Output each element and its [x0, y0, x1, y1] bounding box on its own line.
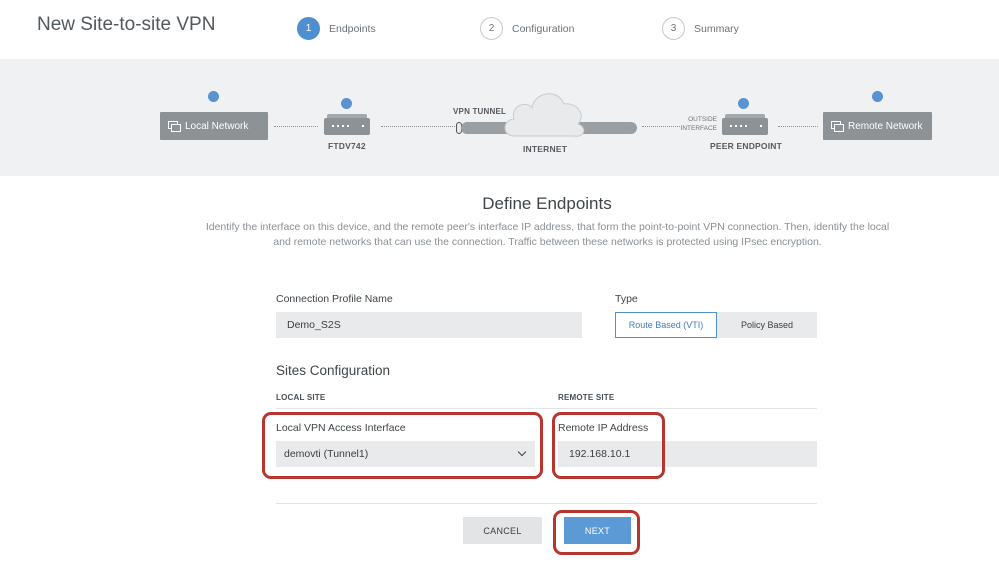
profile-name-input[interactable] — [276, 312, 582, 338]
local-interface-label: Local VPN Access Interface — [276, 422, 406, 434]
outside-interface-label: OUTSIDE INTERFACE — [676, 115, 717, 133]
remote-network-label: Remote Network — [848, 120, 923, 132]
step-summary[interactable]: 3 Summary — [662, 17, 739, 40]
local-network-status-dot[interactable] — [208, 91, 219, 102]
peer-endpoint-label: PEER ENDPOINT — [710, 141, 783, 151]
local-interface-select[interactable]: demovti (Tunnel1) — [276, 441, 535, 467]
remote-network-node[interactable]: Remote Network — [823, 112, 932, 140]
section-description: Identify the interface on this device, a… — [205, 221, 890, 248]
divider — [276, 503, 817, 504]
internet-label: INTERNET — [523, 144, 568, 154]
local-site-header: LOCAL SITE — [276, 393, 326, 402]
firewall-device-icon — [324, 114, 370, 135]
network-icon — [831, 121, 844, 132]
divider — [276, 408, 817, 409]
type-policy-based-button[interactable]: Policy Based — [717, 312, 817, 338]
cancel-button[interactable]: CANCEL — [463, 517, 542, 544]
outside-label-line-1: OUTSIDE — [688, 116, 717, 123]
local-network-label: Local Network — [185, 120, 249, 132]
link-line — [778, 126, 818, 127]
type-label: Type — [615, 293, 638, 305]
remote-ip-input[interactable] — [558, 441, 817, 467]
step-number: 2 — [480, 17, 503, 40]
step-number: 1 — [297, 17, 320, 40]
step-configuration[interactable]: 2 Configuration — [480, 17, 574, 40]
step-label: Summary — [694, 22, 739, 35]
local-network-node[interactable]: Local Network — [160, 112, 268, 140]
page-title: New Site-to-site VPN — [37, 14, 216, 35]
remote-site-header: REMOTE SITE — [558, 393, 615, 402]
remote-network-status-dot[interactable] — [872, 91, 883, 102]
link-line — [274, 126, 318, 127]
type-route-based-button[interactable]: Route Based (VTI) — [615, 312, 717, 338]
link-line — [381, 126, 455, 127]
step-number: 3 — [662, 17, 685, 40]
internet-cloud-icon — [504, 93, 585, 137]
network-icon — [168, 121, 181, 132]
profile-name-label: Connection Profile Name — [276, 293, 393, 305]
vpn-tunnel-label: VPN TUNNEL — [453, 107, 507, 116]
next-button[interactable]: NEXT — [564, 517, 631, 544]
step-label: Endpoints — [329, 22, 376, 35]
step-endpoints[interactable]: 1 Endpoints — [297, 17, 376, 40]
local-interface-value: demovti (Tunnel1) — [284, 448, 369, 460]
peer-device-icon — [722, 114, 768, 135]
chevron-down-icon — [517, 447, 527, 457]
remote-ip-label: Remote IP Address — [558, 422, 649, 434]
sites-configuration-title: Sites Configuration — [276, 363, 391, 378]
section-title: Define Endpoints — [482, 194, 612, 213]
outside-label-line-2: INTERFACE — [680, 125, 717, 132]
link-line — [642, 126, 680, 127]
local-device-label: FTDV742 — [328, 141, 366, 151]
step-label: Configuration — [512, 22, 575, 35]
device-status-dot[interactable] — [341, 98, 352, 109]
peer-status-dot[interactable] — [738, 98, 749, 109]
